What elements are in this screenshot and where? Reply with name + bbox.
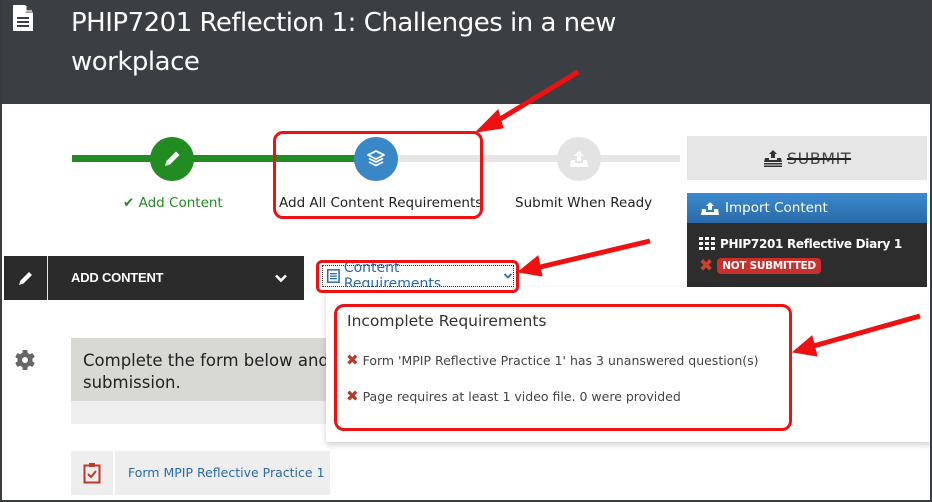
instructions-line-1: Complete the form below and (83, 351, 329, 370)
instructions-box: Complete the form below and submission. (71, 338, 331, 424)
progress-track-complete (72, 155, 372, 162)
requirement-item: ✖ Form 'MPIP Reflective Practice 1' has … (346, 351, 759, 369)
page-title: PHIP7201 Reflection 1: Challenges in a n… (71, 8, 616, 77)
pencil-icon (165, 151, 180, 166)
diary-title: PHIP7201 Reflective Diary 1 (720, 237, 902, 251)
chevron-down-icon[interactable] (274, 271, 288, 285)
submit-button[interactable]: SUBMIT (687, 136, 927, 180)
step-label-add-requirements[interactable]: Add All Content Requirements (279, 195, 482, 211)
add-content-label: ADD CONTENT (71, 270, 164, 285)
step-label-submit-when-ready[interactable]: Submit When Ready (515, 195, 652, 211)
diary-item[interactable]: PHIP7201 Reflective Diary 1 (699, 237, 902, 251)
upload-icon (763, 150, 782, 167)
content-requirements-toggle[interactable]: Content Requirements (322, 260, 514, 292)
status-badge: NOT SUBMITTED (717, 258, 821, 274)
form-link[interactable]: Form MPIP Reflective Practice 1 (128, 465, 325, 480)
check-icon: ✔ (123, 195, 135, 211)
x-icon: ✖ (346, 387, 359, 405)
pencil-icon (18, 272, 32, 285)
document-icon (13, 5, 33, 31)
list-icon (327, 269, 340, 283)
grid-icon (699, 237, 715, 250)
page-header: PHIP7201 Reflection 1: Challenges in a n… (0, 0, 932, 104)
submit-label: SUBMIT (786, 148, 852, 168)
diary-status: ✖ NOT SUBMITTED (699, 256, 821, 275)
gear-icon[interactable] (14, 349, 36, 371)
add-content-bar[interactable]: ADD CONTENT (4, 256, 304, 300)
incomplete-requirements-title: Incomplete Requirements (347, 312, 547, 330)
clipboard-check-icon (83, 463, 101, 484)
form-list-item[interactable]: Form MPIP Reflective Practice 1 (71, 451, 330, 495)
edit-button[interactable] (4, 256, 48, 300)
upload-icon (570, 151, 588, 167)
step-submit-when-ready[interactable] (557, 137, 601, 181)
annotation-arrow (516, 238, 651, 277)
requirement-item: ✖ Page requires at least 1 video file. 0… (346, 387, 681, 405)
upload-icon (701, 201, 719, 215)
progress-track-pending (372, 155, 680, 162)
import-content-button[interactable]: Import Content (687, 193, 927, 223)
instructions-line-2: submission. (83, 373, 181, 392)
x-icon: ✖ (346, 351, 359, 369)
import-panel: Import Content PHIP7201 Reflective Diary… (687, 193, 927, 287)
chevron-down-icon (503, 273, 513, 279)
step-label-add-content[interactable]: ✔ Add Content (123, 195, 223, 211)
layers-icon (367, 150, 385, 167)
step-add-requirements[interactable] (354, 137, 398, 181)
step-add-content[interactable] (150, 137, 194, 181)
content-requirements-panel: Incomplete Requirements ✖ Form 'MPIP Ref… (326, 287, 932, 442)
x-icon: ✖ (699, 256, 714, 275)
